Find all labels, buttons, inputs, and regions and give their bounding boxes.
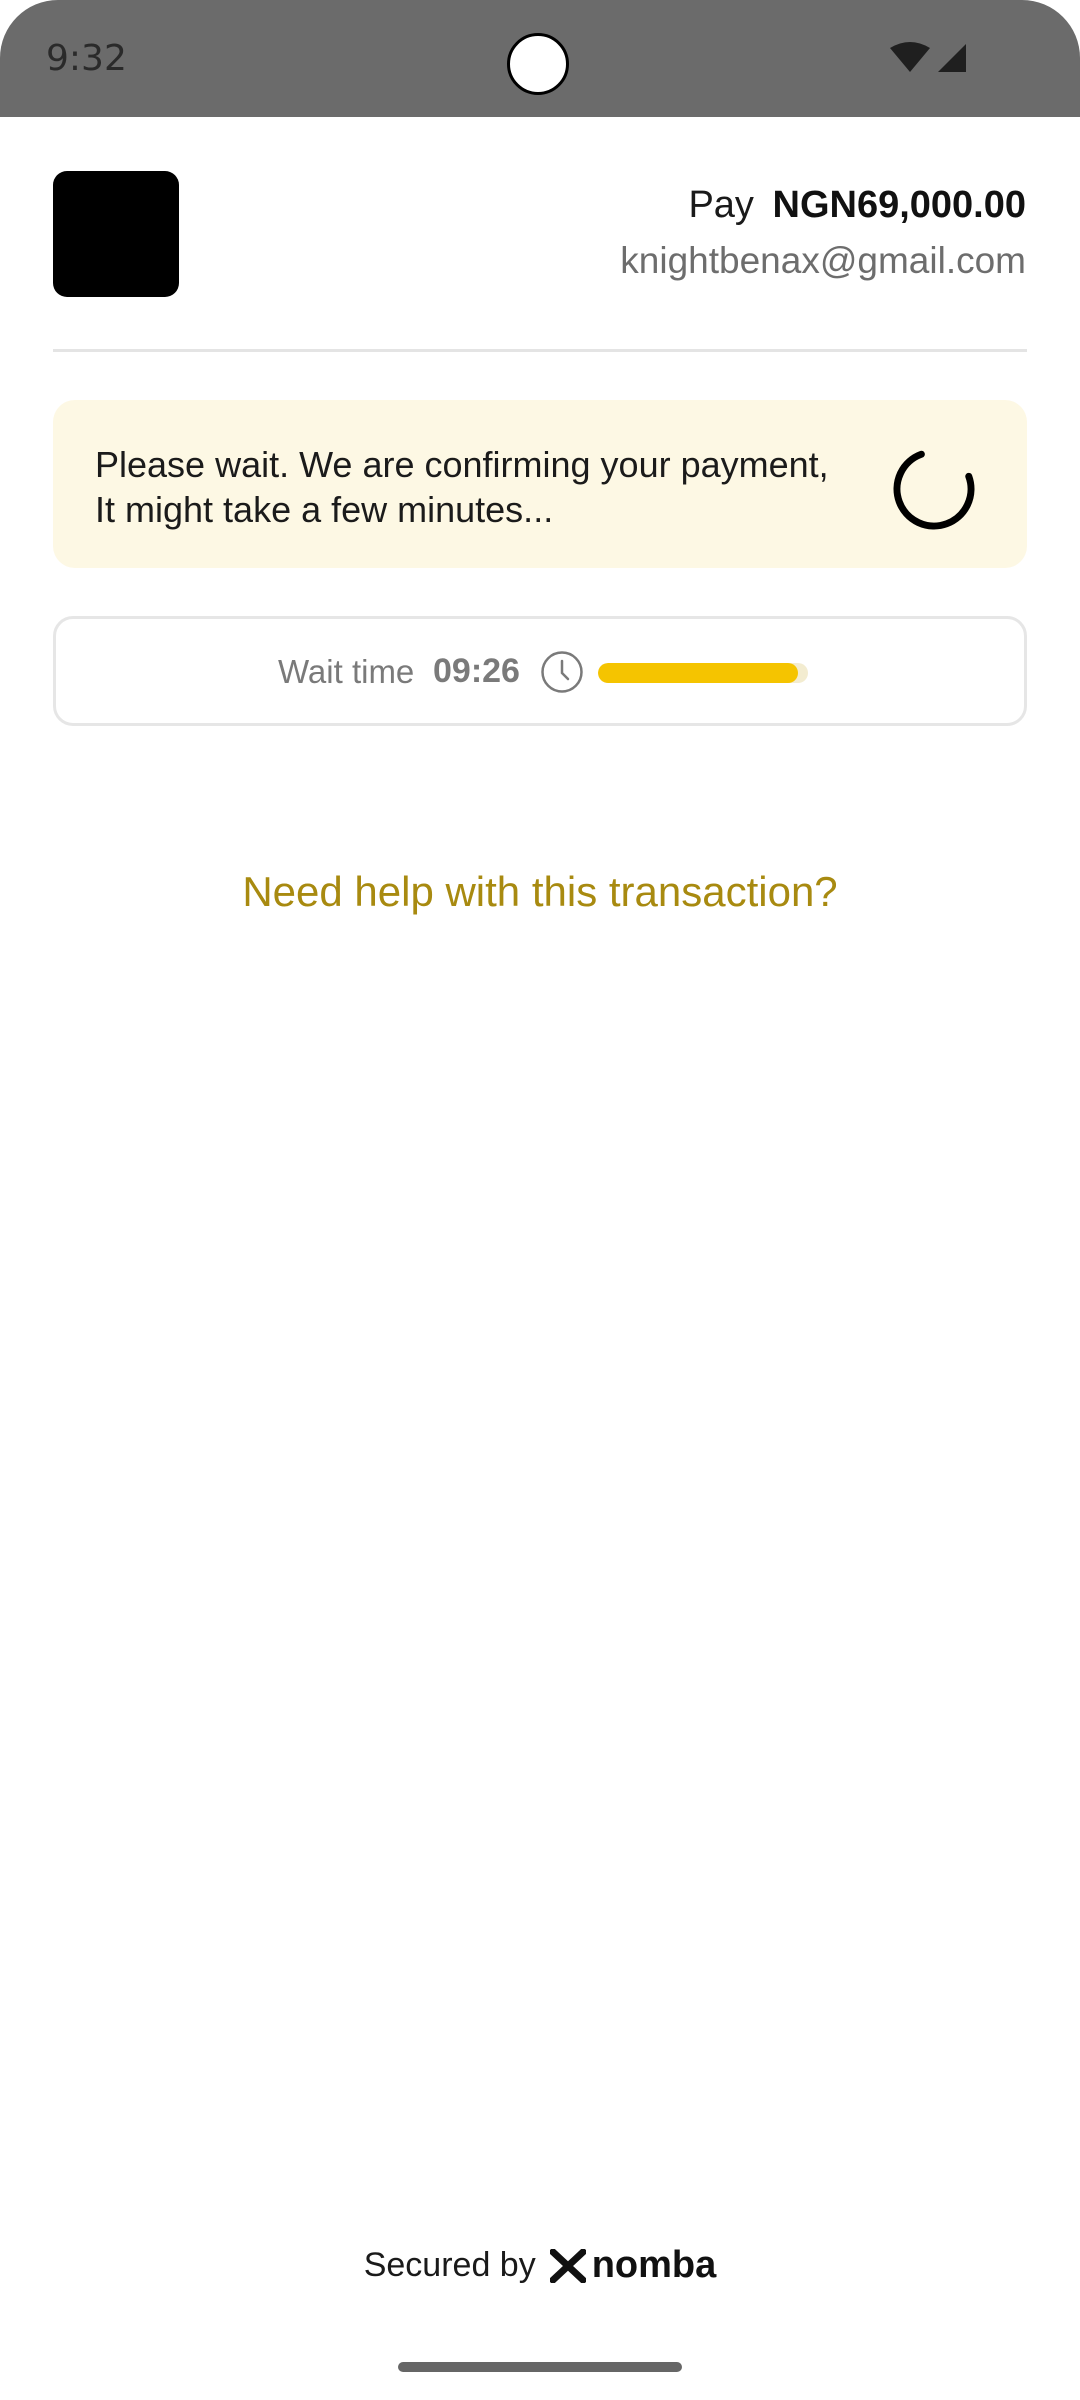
secured-by-footer: Secured by nomba [0,2244,1080,2287]
phone-screen: 9:32 Pay NGN69,000.00 knightbenax@gmail.… [0,0,1080,2400]
wifi-icon [890,42,930,72]
confirmation-notice: Please wait. We are confirming your paym… [53,400,1027,568]
camera-cutout [507,33,569,95]
status-icons [890,42,966,72]
secured-by-label: Secured by [363,2246,536,2284]
nomba-brand-name: nomba [591,2244,717,2286]
wait-progress-fill [598,663,798,683]
header-divider [53,349,1027,352]
home-indicator[interactable] [398,2362,682,2372]
cellular-signal-icon [938,44,966,72]
help-link[interactable]: Need help with this transaction? [0,868,1080,916]
nomba-logo: nomba [549,2244,717,2287]
wait-time-label: Wait time [278,653,415,690]
pay-label: Pay [688,184,754,226]
notice-text: Please wait. We are confirming your paym… [95,444,829,530]
wait-time-box: Wait time 09:26 [53,616,1027,726]
pay-amount: NGN69,000.00 [772,184,1027,226]
wait-time-value: 09:26 [433,652,520,690]
loading-spinner-icon [893,450,975,530]
status-bar: 9:32 [0,0,1080,117]
wait-progress-bar [598,663,808,683]
merchant-logo [53,171,179,297]
nomba-mark-icon [549,2248,586,2283]
clock-icon [541,651,583,693]
status-time: 9:32 [46,38,127,79]
pay-amount-line: Pay NGN69,000.00 [688,184,1026,227]
customer-email: knightbenax@gmail.com [620,240,1026,281]
